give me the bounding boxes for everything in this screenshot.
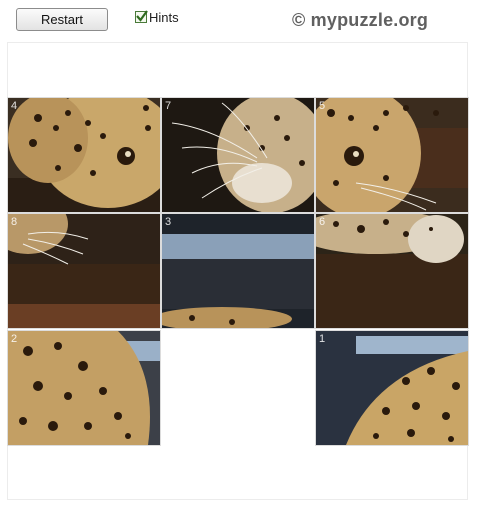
- blurry-background-image: [162, 214, 314, 328]
- leopard-body-image: [8, 331, 160, 445]
- tile-hint-number: 8: [11, 216, 18, 228]
- tile-hint-number: 3: [165, 216, 172, 228]
- hints-toggle[interactable]: Hints: [135, 9, 179, 25]
- tile-hint-number: 6: [319, 216, 326, 228]
- puzzle-tile[interactable]: 4: [8, 98, 160, 212]
- leopard-whiskers-image: [162, 98, 314, 212]
- empty-slot[interactable]: [162, 331, 314, 445]
- tile-hint-number: 2: [11, 333, 18, 345]
- leopard-eye-image: [316, 98, 468, 212]
- leopard-face-image: [8, 98, 160, 212]
- leopard-snout-image: [8, 214, 160, 328]
- puzzle-tile[interactable]: 5: [316, 98, 468, 212]
- puzzle-tile[interactable]: 6: [316, 214, 468, 328]
- hints-label: Hints: [149, 9, 179, 25]
- puzzle-board: 4 7 5 8 3 6 2 1: [7, 42, 468, 500]
- leopard-paw-image: [316, 214, 468, 328]
- puzzle-tile[interactable]: 2: [8, 331, 160, 445]
- leopard-back-image: [316, 331, 468, 445]
- puzzle-tile[interactable]: 8: [8, 214, 160, 328]
- hints-checkbox[interactable]: [135, 10, 148, 23]
- tile-hint-number: 7: [165, 100, 172, 112]
- tile-hint-number: 5: [319, 100, 326, 112]
- puzzle-tile[interactable]: 7: [162, 98, 314, 212]
- puzzle-tile[interactable]: 1: [316, 331, 468, 445]
- site-brand: © mypuzzle.org: [292, 10, 429, 30]
- tile-hint-number: 1: [319, 333, 326, 345]
- tile-hint-number: 4: [11, 100, 18, 112]
- restart-button[interactable]: Restart: [16, 8, 108, 31]
- puzzle-tile[interactable]: 3: [162, 214, 314, 328]
- checkmark-icon: [136, 10, 148, 22]
